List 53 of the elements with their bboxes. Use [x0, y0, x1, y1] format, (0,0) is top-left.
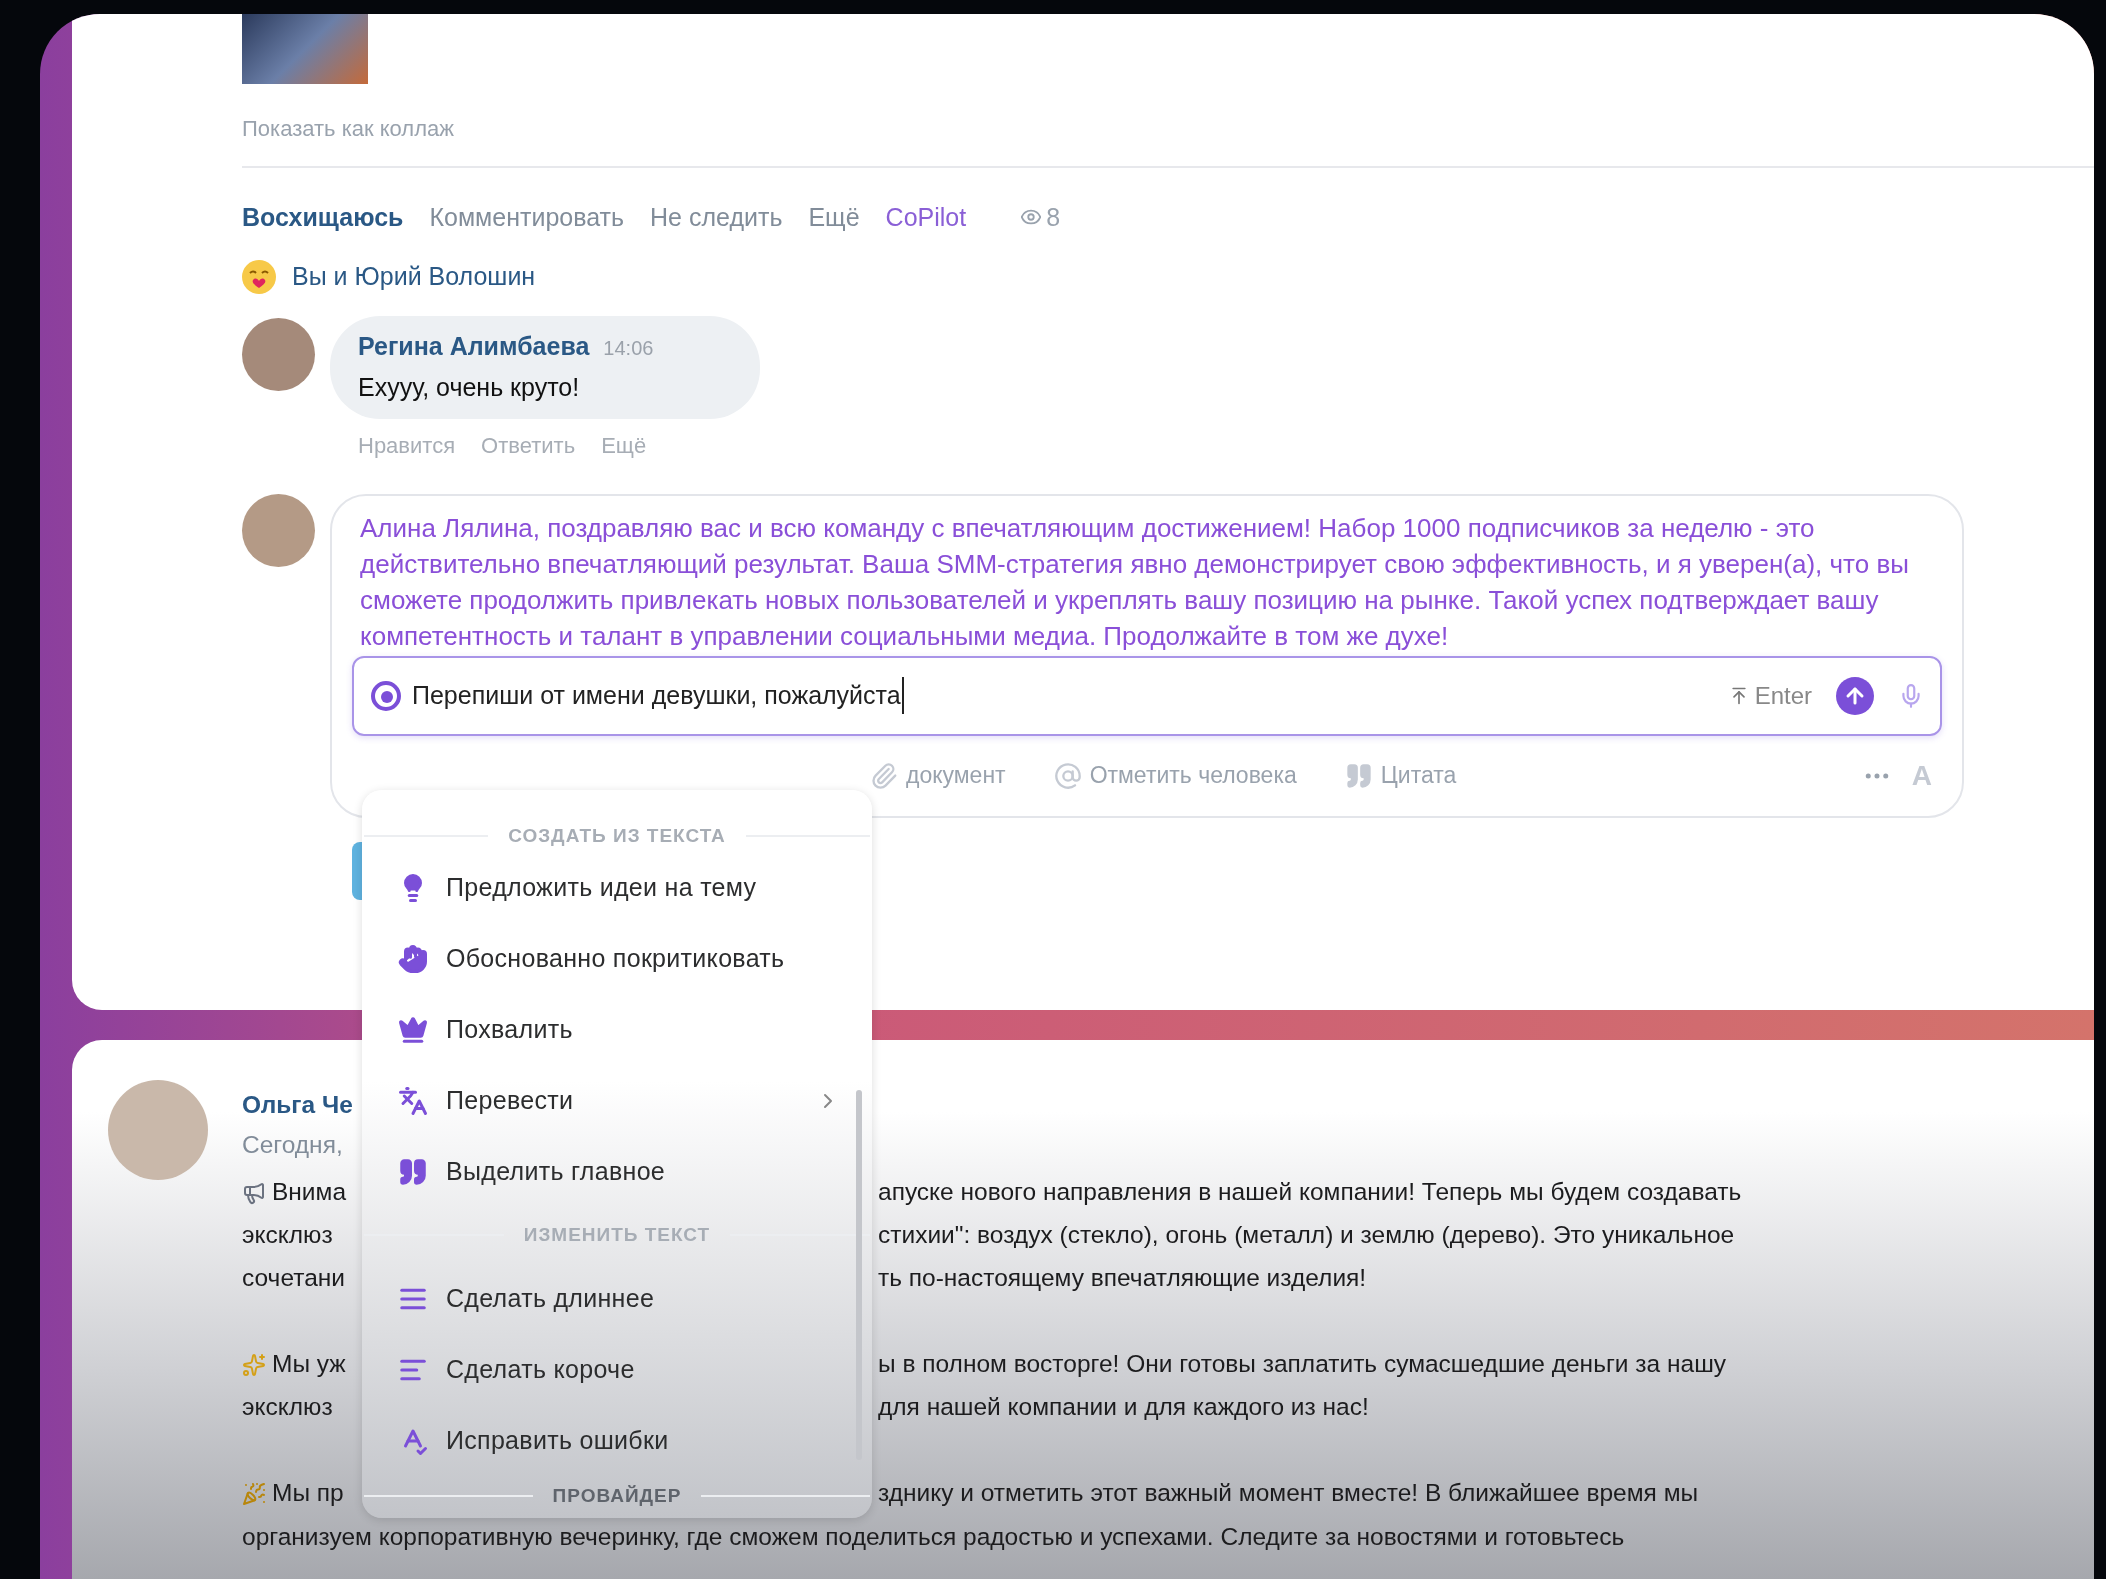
- menu-item[interactable]: Перевести: [362, 1065, 872, 1136]
- post-action-link[interactable]: Ещё: [808, 202, 860, 232]
- post-action-link[interactable]: Комментировать: [429, 202, 625, 232]
- menu-item[interactable]: Исправить ошибки: [362, 1405, 872, 1476]
- heart-eyes-emoji-icon: [242, 259, 276, 294]
- send-button[interactable]: [1836, 676, 1874, 715]
- party-popper-icon: [242, 1481, 266, 1506]
- post-action-link[interactable]: CoPilot: [885, 202, 967, 232]
- comment-text: Ехууу, очень круто!: [358, 372, 581, 403]
- menu-section-title: СОЗДАТЬ ИЗ ТЕКСТА: [508, 823, 726, 848]
- post-text-fragment: Мы пр: [272, 1478, 344, 1509]
- quote-icon: [1344, 761, 1373, 790]
- menu-item[interactable]: Сделать длиннее: [362, 1263, 872, 1334]
- post-author[interactable]: Ольга Че: [242, 1090, 360, 1120]
- post-text-fragment: ы в полном восторге! Они готовы заплатить сумасшедшие деньги за нашу: [878, 1349, 1727, 1380]
- post-action-link[interactable]: Не следить: [650, 202, 783, 232]
- at-icon: [1053, 761, 1082, 790]
- menu-item[interactable]: Похвалить: [362, 994, 872, 1065]
- enter-hint: Enter: [1754, 680, 1812, 711]
- prompt-text: Перепиши от имени девушки, пожалуйста: [412, 676, 904, 715]
- translate-icon: [398, 1085, 428, 1116]
- sparkle-icon: [242, 1352, 266, 1377]
- post-text-fragment: зднику и отметить этот важный момент вместе! В ближайшее время мы: [878, 1478, 1699, 1509]
- post-text-fragment: Внима: [272, 1177, 347, 1208]
- menu-section-title: ПРОВАЙДЕР: [552, 1483, 682, 1508]
- post-text-line: организуем корпоративную вечеринку, где сможем поделиться радостью и успехами. Следите за новостями и готовьтесь: [242, 1522, 1626, 1552]
- post-text-fragment: Мы уж: [272, 1349, 346, 1380]
- post-text-fragment: для нашей компании и для каждого из нас!: [878, 1392, 1369, 1423]
- comment-author[interactable]: Регина Алимбаева: [358, 327, 590, 365]
- hand-icon: [398, 943, 428, 974]
- reactions-text[interactable]: Вы и Юрий Волошин: [292, 258, 536, 296]
- menu-item[interactable]: Предложить идеи на тему: [362, 852, 872, 923]
- prompt-field[interactable]: Перепиши от имени девушки, пожалуйста Enter: [352, 655, 1942, 736]
- post-text-fragment: эксклюз: [242, 1220, 333, 1251]
- copilot-logo-icon: [370, 679, 402, 712]
- menu-section-title: ИЗМЕНИТЬ ТЕКСТ: [523, 1222, 711, 1247]
- menu-item[interactable]: Сделать короче: [362, 1334, 872, 1405]
- post-date: Сегодня,: [242, 1130, 344, 1160]
- view-count: 8: [1046, 202, 1061, 232]
- menu-item[interactable]: Обоснованно покритиковать: [362, 923, 872, 994]
- draft-text: Алина Лялина, поздравляю вас и всю команду с впечатляющим достижением! Набор 1000 подписчиков за неделю - это действительно впечатляющий результат. Ваша SMM-стратегия явно демонстрирует свою эффективность, и я уверен(а), что вы сможете продолжить привлекать новых пользователей и укреплять вашу позицию на рынке. Такой успех подтверждает вашу компетентность и талант в управлении социальными медиа. Продолжайте в том же духе!: [359, 511, 1910, 653]
- post-text-fragment: апуске нового направления в нашей компании! Теперь мы будем создавать: [878, 1177, 1742, 1208]
- post-action-link[interactable]: Восхищаюсь: [242, 202, 404, 232]
- post-text-fragment: эксклюз: [242, 1392, 333, 1423]
- post-text-fragment: стихии": воздух (стекло), огонь (металл) и землю (дерево). Это уникальное: [878, 1220, 1735, 1251]
- post-text-fragment: ть по-настоящему впечатляющие изделия!: [878, 1263, 1367, 1294]
- megaphone-icon: [242, 1180, 266, 1205]
- paperclip-icon: [870, 761, 898, 790]
- menu-item[interactable]: Выделить главное: [362, 1136, 872, 1207]
- post-text-fragment: сочетани: [242, 1263, 345, 1294]
- crown-icon: [398, 1014, 428, 1045]
- comment-time: 14:06: [603, 335, 654, 361]
- quote-icon: [398, 1156, 428, 1187]
